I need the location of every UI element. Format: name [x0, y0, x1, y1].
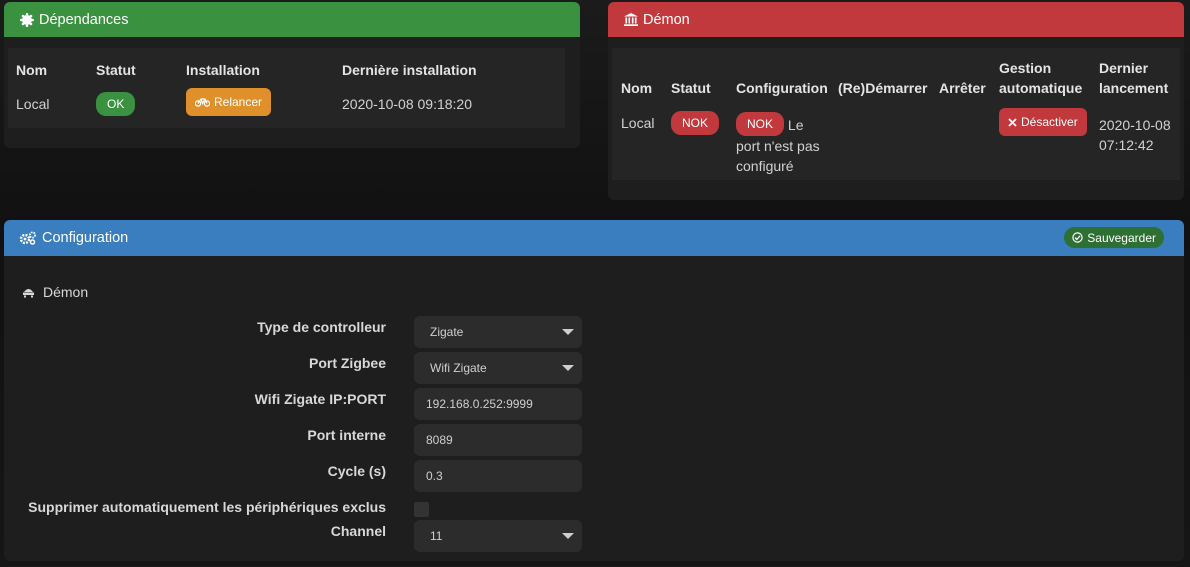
- save-label: Sauvegarder: [1087, 230, 1156, 245]
- dep-last-install: 2020-10-08 09:18:20: [342, 96, 472, 112]
- university-icon: [624, 13, 638, 26]
- channel-select[interactable]: 11: [414, 520, 582, 552]
- relaunch-label: Relancer: [214, 95, 263, 109]
- dependencies-panel: Dépendances Nom Statut Installation Dern…: [4, 2, 580, 148]
- col-status: Statut: [96, 62, 136, 78]
- internal-port-input[interactable]: 8089: [414, 424, 582, 456]
- col-last-install: Dernière installation: [342, 62, 477, 78]
- config-status-badge: NOK: [736, 112, 785, 137]
- daemon-config-cell: NOK Le port n'est pas configuré: [736, 98, 838, 176]
- zigbee-port-label: Port Zigbee: [308, 355, 386, 371]
- last-launch: 2020-10-08 07:12:42: [1099, 117, 1171, 153]
- controller-type-select[interactable]: Zigate: [414, 316, 582, 348]
- cycle-input[interactable]: 0.3: [414, 460, 582, 492]
- col-installation: Installation: [186, 62, 260, 78]
- certificate-icon: [20, 12, 34, 27]
- relaunch-button[interactable]: Relancer: [186, 88, 272, 116]
- col-status: Statut: [671, 80, 711, 96]
- check-circle-icon: [1072, 232, 1083, 243]
- configuration-panel: Configuration Sauvegarder Démon Type de …: [4, 220, 1184, 561]
- channel-value: 11: [430, 529, 443, 543]
- internal-port-value: 8089: [426, 433, 453, 447]
- dependencies-header: Dépendances: [4, 2, 580, 37]
- status-badge: NOK: [671, 111, 720, 135]
- chevron-down-icon: [562, 533, 574, 539]
- configuration-title: Configuration: [42, 230, 129, 246]
- gears-icon: [19, 231, 37, 245]
- close-icon: [1008, 117, 1017, 127]
- cycle-value: 0.3: [426, 469, 443, 483]
- daemon-title: Démon: [643, 11, 690, 28]
- daemon-name: Local: [621, 115, 655, 131]
- col-name: Nom: [16, 62, 48, 78]
- daemon-status-cell: NOK: [671, 98, 736, 176]
- auto-delete-label: Supprimer automatiquement les périphériq…: [28, 499, 386, 515]
- dependencies-table: Nom Statut Installation Dernière install…: [16, 58, 542, 116]
- auto-delete-checkbox[interactable]: [414, 502, 429, 517]
- daemon-header-row: Nom Statut Configuration (Re)Démarrer Ar…: [621, 58, 1175, 98]
- auto-management-cell: Désactiver: [999, 98, 1099, 176]
- zigbee-port-select[interactable]: Wifi Zigate: [414, 352, 582, 384]
- dependencies-header-row: Nom Statut Installation Dernière install…: [16, 58, 542, 78]
- zigbee-port-value: Wifi Zigate: [430, 361, 487, 375]
- table-row: Local NOK NOK Le port n'est pas configur…: [621, 98, 1175, 176]
- wifi-ip-port-input[interactable]: 192.168.0.252:9999: [414, 388, 582, 420]
- dependencies-title: Dépendances: [39, 11, 129, 28]
- col-configuration: Configuration: [736, 80, 828, 96]
- disable-label: Désactiver: [1021, 115, 1078, 129]
- section-title-row: Démon: [22, 284, 88, 300]
- bicycle-icon: [195, 97, 210, 107]
- section-title: Démon: [43, 284, 89, 300]
- channel-label: Channel: [330, 523, 386, 539]
- daemon-table: Nom Statut Configuration (Re)Démarrer Ar…: [621, 58, 1175, 176]
- daemon-icon: [22, 286, 35, 298]
- daemon-header: Démon: [608, 2, 1184, 37]
- controller-type-label: Type de controlleur: [257, 319, 386, 335]
- controller-type-value: Zigate: [430, 325, 464, 339]
- save-button[interactable]: Sauvegarder: [1064, 227, 1164, 248]
- disable-button[interactable]: Désactiver: [999, 108, 1087, 136]
- dep-install-cell: Relancer: [186, 78, 342, 116]
- configuration-header: Configuration Sauvegarder: [4, 220, 1184, 256]
- dep-status-cell: OK: [96, 78, 186, 116]
- chevron-down-icon: [562, 329, 574, 335]
- wifi-ip-port-label: Wifi Zigate IP:PORT: [254, 391, 386, 407]
- cycle-label: Cycle (s): [327, 463, 386, 479]
- dep-name: Local: [16, 96, 50, 112]
- col-restart: (Re)Démarrer: [838, 80, 928, 96]
- col-name: Nom: [621, 80, 653, 96]
- table-row: Local OK Relancer 2020-10-08 09:18:20: [16, 78, 542, 116]
- restart-cell: [838, 98, 939, 176]
- status-badge: OK: [96, 92, 136, 116]
- chevron-down-icon: [562, 365, 574, 371]
- stop-cell: [939, 98, 999, 176]
- col-last-launch: Dernier lancement: [1099, 60, 1169, 96]
- daemon-panel: Démon Nom Statut Configuration (Re)Démar…: [608, 2, 1184, 200]
- col-stop: Arrêter: [939, 80, 986, 96]
- internal-port-label: Port interne: [307, 427, 386, 443]
- col-auto-management: Gestion automatique: [999, 60, 1083, 96]
- wifi-ip-port-value: 192.168.0.252:9999: [426, 397, 533, 411]
